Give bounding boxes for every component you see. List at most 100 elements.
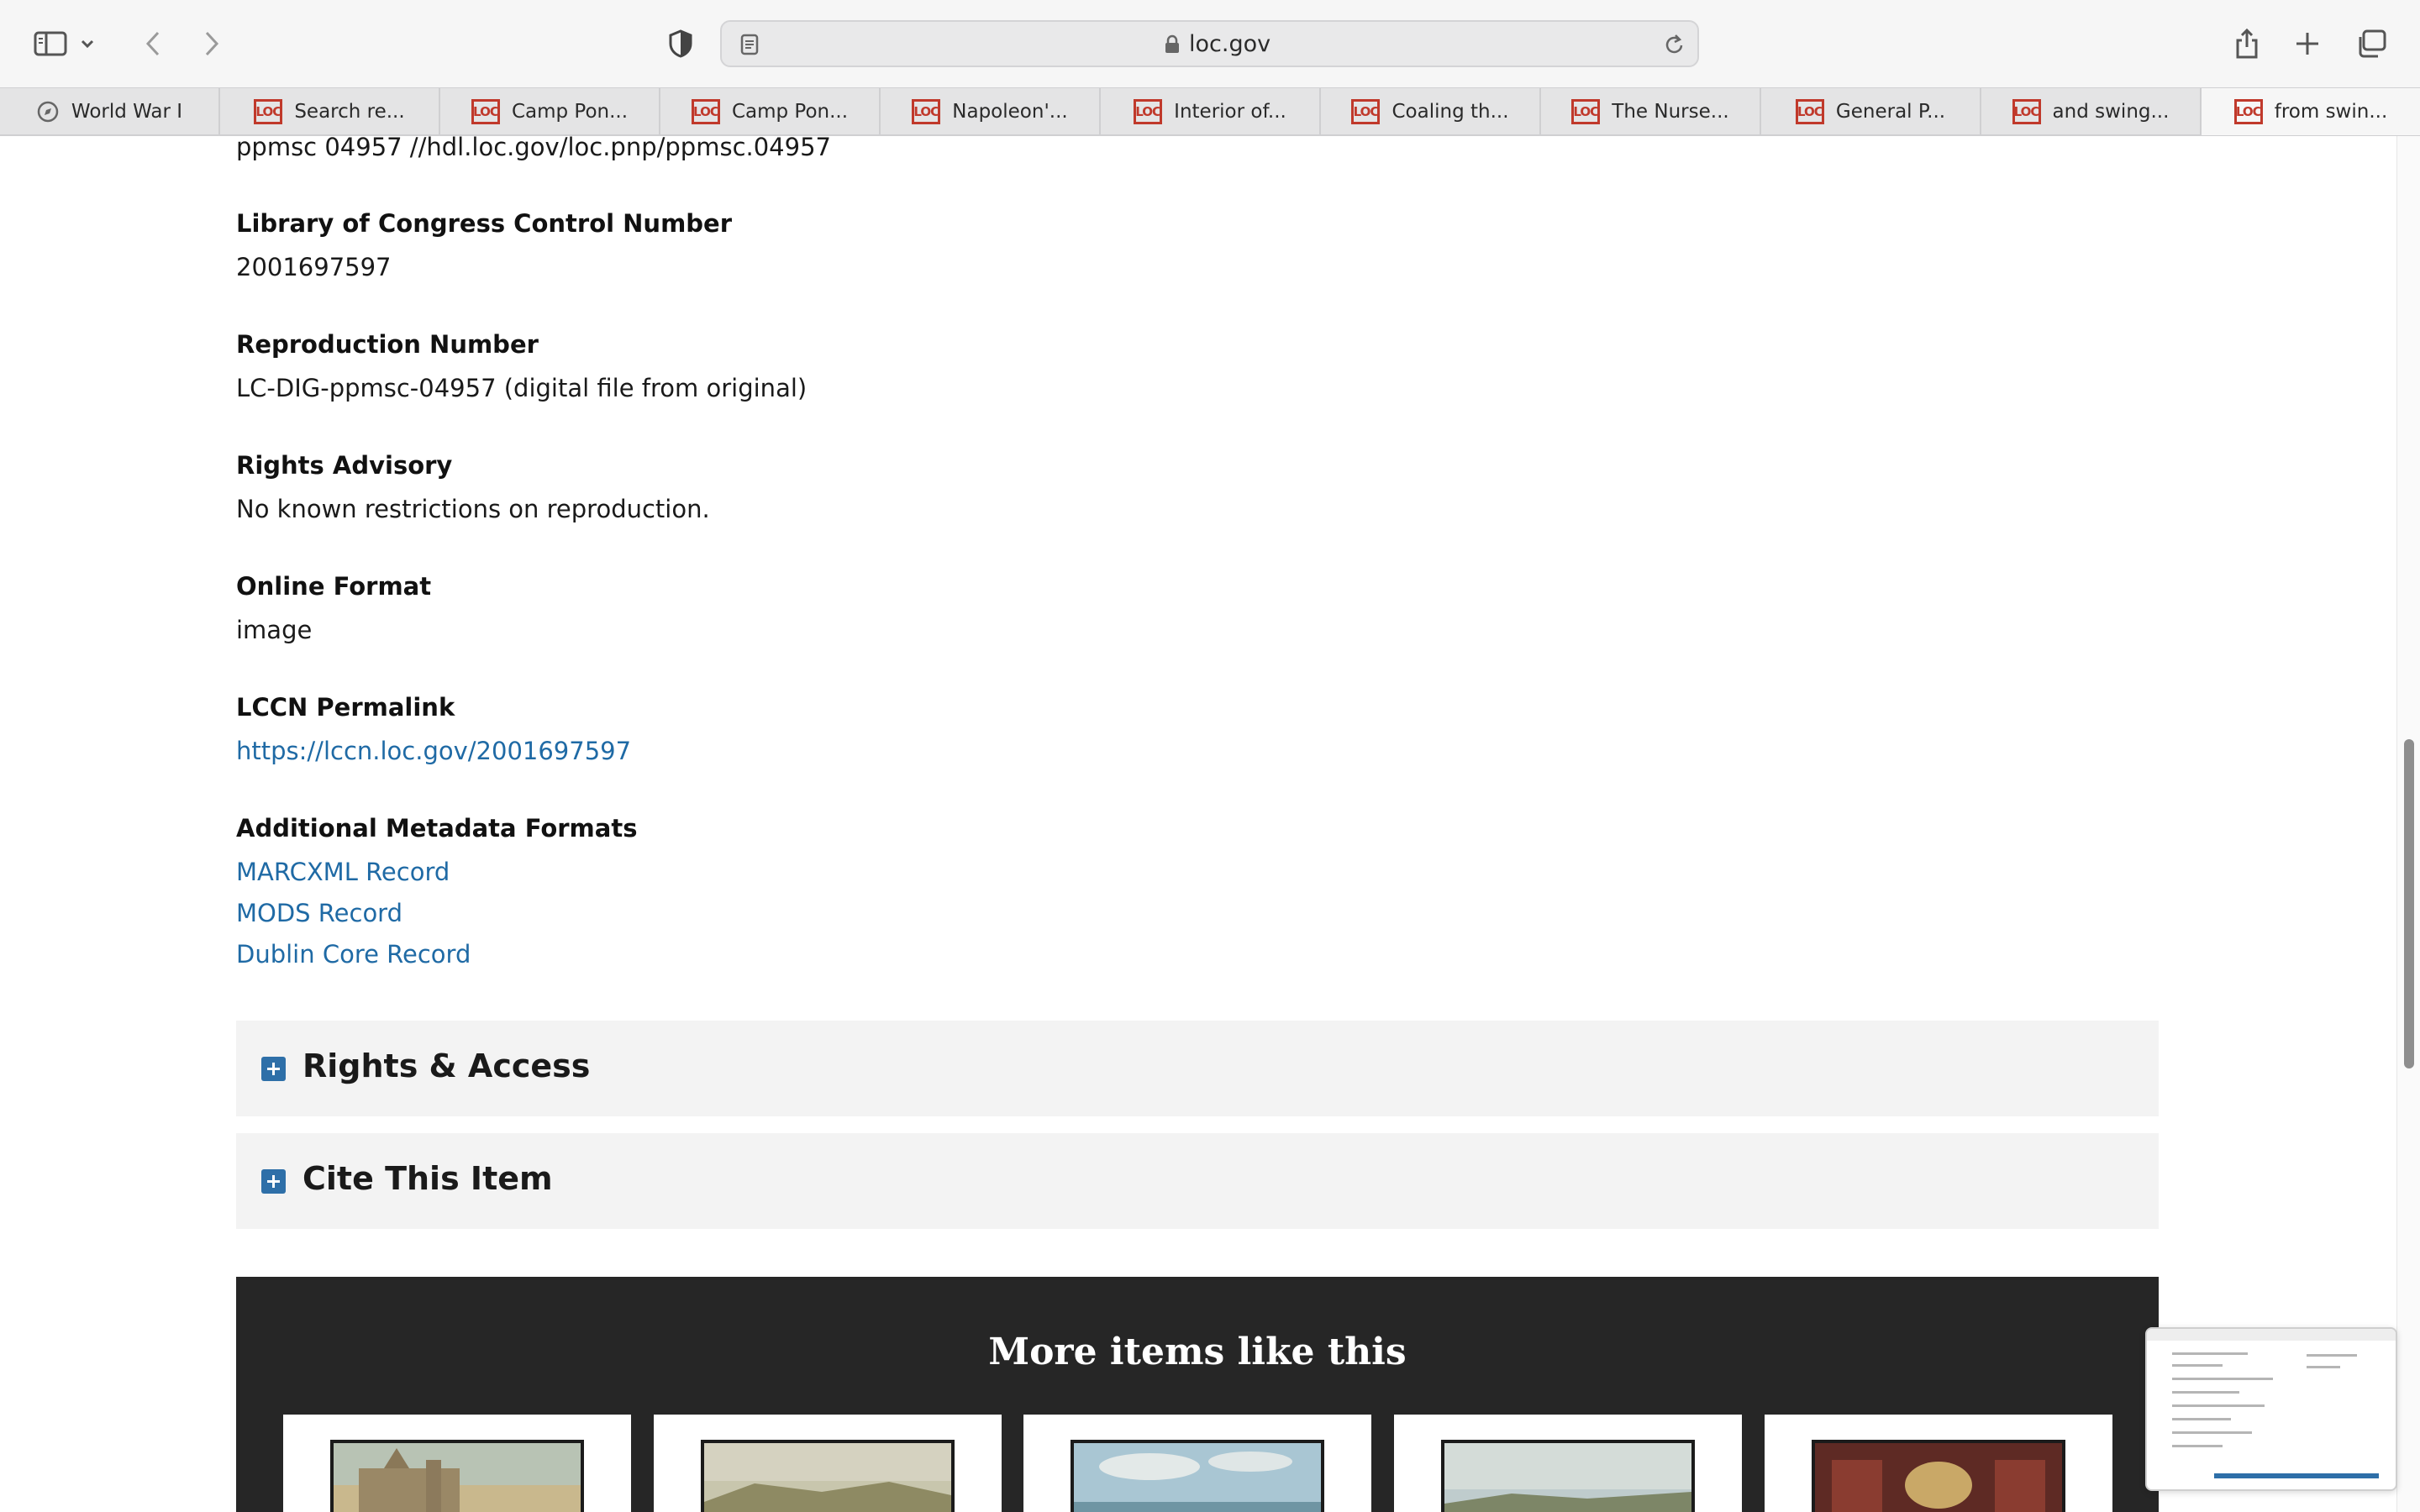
call-number-line: ppmsc 04957 //hdl.loc.gov/loc.pnp/ppmsc.… [236,136,831,161]
url-host: loc.gov [1189,31,1271,57]
share-button[interactable] [2222,18,2272,69]
loc-logo-icon: LOC [1351,99,1381,124]
related-item-thumbnail[interactable] [1071,1440,1324,1512]
cathedral-photo-image [334,1443,581,1512]
tab-label: Camp Pon... [731,101,849,123]
preview-line [2172,1445,2223,1447]
preview-line [2172,1431,2252,1434]
control-number-heading: Library of Congress Control Number [236,209,733,238]
tab-label: Camp Pon... [511,101,629,123]
loc-logo-icon: LOC [471,99,500,124]
dublin-core-record-link[interactable]: Dublin Core Record [236,940,471,969]
chevron-right-icon [205,31,219,56]
reader-mode-icon[interactable] [740,34,759,55]
share-icon [2236,28,2258,59]
preview-line [2307,1354,2357,1357]
tab-general-p[interactable]: LOC General P... [1761,88,1981,135]
tab-label: The Nurse... [1612,101,1729,123]
more-items-title: More items like this [988,1331,1407,1373]
related-item-card[interactable] [1394,1415,1742,1512]
tab-world-war-i[interactable]: World War I [0,88,220,135]
preview-line [2307,1366,2340,1368]
loc-logo-icon: LOC [2012,99,2041,124]
related-item-thumbnail[interactable] [701,1440,955,1512]
tab-napoleon[interactable]: LOC Napoleon'... [881,88,1101,135]
tab-the-nurse[interactable]: LOC The Nurse... [1541,88,1761,135]
tab-label: and swing... [2052,101,2170,123]
tab-overview-button[interactable] [2346,18,2396,69]
tabs-overview-icon [2359,29,2386,58]
additional-metadata-heading: Additional Metadata Formats [236,814,638,843]
tab-search-results[interactable]: LOC Search re... [220,88,440,135]
related-item-card[interactable] [654,1415,1002,1512]
vertical-scrollbar[interactable] [2396,136,2420,1512]
tab-group-dropdown[interactable] [71,18,104,69]
online-format-heading: Online Format [236,572,432,601]
scrollbar-thumb[interactable] [2404,739,2414,1068]
accordion-title: Cite This Item [302,1160,553,1197]
loc-logo-icon: LOC [1795,99,1824,124]
reproduction-number-heading: Reproduction Number [236,330,539,359]
related-item-card[interactable] [1765,1415,2112,1512]
preview-toolbar [2147,1329,2396,1341]
chevron-left-icon [145,31,160,56]
preview-line [2172,1391,2239,1394]
tab-from-swin-active[interactable]: LOC from swin... [2202,88,2420,135]
palace-interior-photo-image [1815,1443,2062,1512]
tab-camp-pon-2[interactable]: LOC Camp Pon... [660,88,881,135]
tab-label: World War I [71,101,183,123]
rights-access-accordion[interactable]: Rights & Access [236,1021,2159,1116]
preview-line [2172,1364,2223,1367]
tab-label: Interior of... [1174,101,1286,123]
loc-logo-icon: LOC [1134,99,1163,124]
related-item-thumbnail[interactable] [330,1440,584,1512]
new-tab-button[interactable] [2282,18,2333,69]
mods-record-link[interactable]: MODS Record [236,899,402,927]
tab-bar: World War I LOC Search re... LOC Camp Po… [0,87,2420,136]
loc-logo-icon: LOC [1571,99,1601,124]
preview-line [2172,1378,2273,1380]
related-item-card[interactable] [283,1415,631,1512]
expand-plus-icon [261,1169,286,1194]
related-item-card[interactable] [1023,1415,1371,1512]
marcxml-record-link[interactable]: MARCXML Record [236,858,450,886]
page-preview-thumbnail[interactable] [2145,1327,2397,1491]
cite-this-item-accordion[interactable]: Cite This Item [236,1133,2159,1229]
loc-logo-icon: LOC [254,99,283,124]
privacy-report-button[interactable] [655,18,706,69]
coastal-town-photo-image [704,1443,951,1512]
tab-label: Napoleon'... [952,101,1068,123]
tab-camp-pon-1[interactable]: LOC Camp Pon... [440,88,660,135]
accordion-title: Rights & Access [302,1047,591,1084]
tab-and-swing[interactable]: LOC and swing... [1981,88,2202,135]
chevron-down-icon [81,39,94,49]
plus-icon [2296,33,2318,55]
loc-logo-icon: LOC [912,99,941,124]
online-format-value: image [236,616,313,644]
tab-label: from swin... [2274,101,2388,123]
expand-plus-icon [261,1057,286,1081]
tab-label: Coaling th... [1392,101,1509,123]
sidebar-icon [34,31,67,56]
related-item-thumbnail[interactable] [1812,1440,2065,1512]
tab-label: General P... [1835,101,1946,123]
rights-advisory-value: No known restrictions on reproduction. [236,495,710,523]
compass-icon [37,101,59,123]
harbor-photo-image [1444,1443,1691,1512]
preview-line [2172,1352,2248,1355]
tab-coaling[interactable]: LOC Coaling th... [1321,88,1541,135]
preview-highlight-bar [2214,1473,2379,1478]
reproduction-number-value: LC-DIG-ppmsc-04957 (digital file from or… [236,374,808,402]
related-item-thumbnail[interactable] [1441,1440,1695,1512]
forward-button[interactable] [187,18,237,69]
address-bar[interactable]: loc.gov [720,20,1699,67]
tab-interior-of[interactable]: LOC Interior of... [1101,88,1321,135]
back-button[interactable] [128,18,178,69]
lock-icon [1165,34,1179,53]
sidebar-toggle-button[interactable] [25,18,76,69]
lccn-permalink-link[interactable]: https://lccn.loc.gov/2001697597 [236,737,631,765]
reload-icon[interactable] [1664,33,1686,56]
preview-line [2172,1418,2231,1420]
shield-icon [669,29,692,58]
lccn-permalink-heading: LCCN Permalink [236,693,455,722]
